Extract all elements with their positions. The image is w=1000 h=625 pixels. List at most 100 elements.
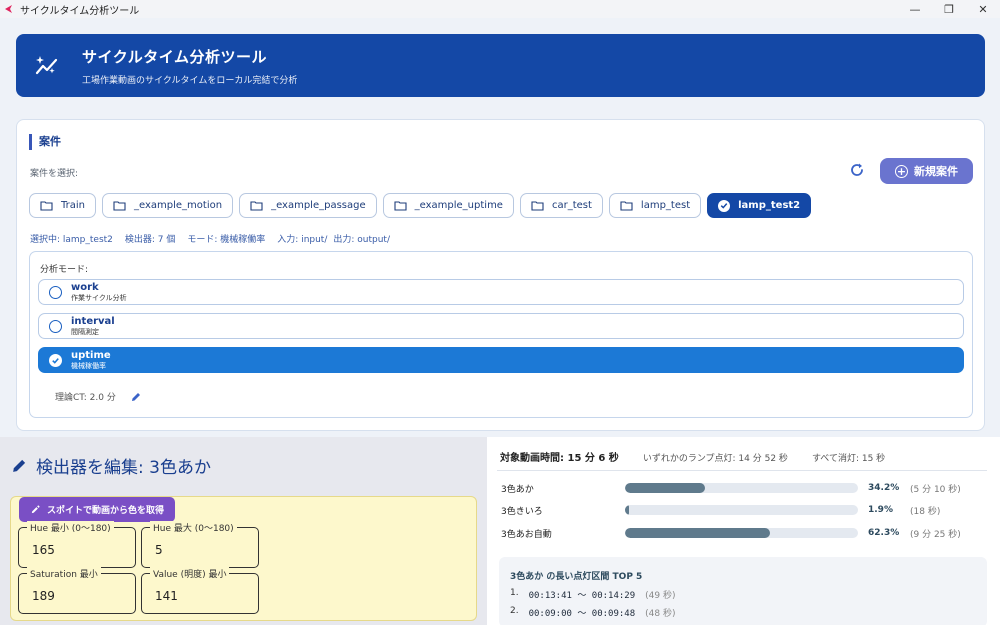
hue-min-field[interactable]: Hue 最小 (0〜180) 165 [18, 521, 136, 568]
close-button[interactable]: ✕ [966, 0, 1000, 18]
refresh-icon[interactable] [849, 162, 865, 178]
lamp-percent: 1.9% [868, 505, 893, 515]
new-project-button[interactable]: + 新規案件 [880, 158, 973, 184]
project-chip-label: _example_passage [271, 200, 366, 211]
folder-icon [531, 201, 544, 211]
stats-summary: 対象動画時間: 15 分 6 秒 いずれかのランプ点灯: 14 分 52 秒 す… [500, 449, 885, 464]
saturation-min-value: 189 [32, 589, 55, 603]
app-icon [5, 5, 12, 13]
lamp-duration: (9 分 25 秒) [910, 529, 961, 540]
project-info-line: 選択中: lamp_test2 検出器: 7 個 モード: 機械稼働率 入力: … [30, 232, 390, 245]
radio-icon [49, 285, 62, 299]
value-min-label: Value (明度) 最小 [150, 567, 230, 580]
plus-circle-icon: + [895, 164, 908, 178]
lamp-bar-track [625, 505, 858, 515]
stats-any-on: いずれかのランプ点灯: 14 分 52 秒 [642, 454, 788, 464]
eyedropper-label: スポイトで動画から色を取得 [47, 506, 165, 516]
hue-max-field[interactable]: Hue 最大 (0〜180) 5 [141, 521, 259, 568]
chart-sparkle-icon [35, 55, 58, 74]
lamp-bar-track [625, 483, 858, 493]
folder-icon [620, 201, 633, 211]
top5-title: 3色あか の長い点灯区間 TOP 5 [510, 572, 643, 582]
mode-option-interval[interactable]: interval 間隔測定 [38, 313, 964, 339]
project-chip-label: _example_uptime [414, 200, 503, 211]
value-min-field[interactable]: Value (明度) 最小 141 [141, 567, 259, 614]
eyedropper-icon [31, 505, 40, 514]
item-number: 1. [510, 588, 519, 598]
info-mode: モード: 機械稼働率 [187, 235, 266, 245]
project-chip-lamp-test2[interactable]: lamp_test2 [707, 193, 812, 218]
item-seconds: (48 秒) [645, 609, 676, 619]
lamp-duration: (18 秒) [910, 506, 941, 517]
lamp-percent: 62.3% [868, 528, 900, 538]
radio-icon [49, 319, 62, 333]
mode-name: uptime [71, 349, 111, 361]
mode-option-uptime[interactable]: uptime 機械稼働率 [38, 347, 964, 373]
mode-name: interval [71, 315, 115, 327]
lamp-bar-row: 3色あか 34.2% (5 分 10 秒) [501, 481, 981, 495]
project-chip-lamp-test[interactable]: lamp_test [608, 193, 702, 218]
mode-desc: 機械稼働率 [71, 361, 106, 370]
value-min-value: 141 [155, 589, 178, 603]
project-chip-example-uptime[interactable]: _example_uptime [382, 193, 514, 218]
project-chip-label: lamp_test [640, 200, 691, 211]
hue-min-value: 165 [32, 543, 55, 557]
pencil-icon[interactable] [130, 391, 142, 403]
item-seconds: (49 秒) [645, 591, 676, 601]
analysis-mode-label: 分析モード: [40, 265, 89, 275]
project-chip-label: lamp_test2 [738, 200, 801, 211]
detector-editor-panel: 検出器を編集: 3色あか スポイトで動画から色を取得 Hue 最小 (0〜180… [0, 437, 487, 625]
saturation-min-field[interactable]: Saturation 最小 189 [18, 567, 136, 614]
lamp-bar-track [625, 528, 858, 538]
hue-max-value: 5 [155, 543, 163, 557]
app-subtitle: 工場作業動画のサイクルタイムをローカル完結で分析 [82, 75, 298, 86]
project-select-label: 案件を選択: [30, 169, 79, 179]
folder-icon [250, 201, 263, 211]
project-chip-example-passage[interactable]: _example_passage [239, 193, 377, 218]
folder-icon [113, 201, 126, 211]
minimize-icon: — [909, 2, 921, 16]
item-range: 00:13:41 〜 00:14:29 [528, 591, 636, 601]
lamp-bar-fill [625, 505, 630, 515]
mode-option-work[interactable]: work 作業サイクル分析 [38, 279, 964, 305]
lamp-name: 3色あか [501, 484, 534, 495]
window-titlebar: サイクルタイム分析ツール — ❐ ✕ [0, 0, 1000, 18]
project-chip-label: Train [61, 200, 85, 211]
stats-total-time: 対象動画時間: 15 分 6 秒 [500, 453, 619, 464]
stats-divider [497, 470, 987, 471]
eyedropper-button[interactable]: スポイトで動画から色を取得 [19, 497, 176, 522]
close-icon: ✕ [978, 2, 988, 16]
analysis-mode-group: 分析モード: work 作業サイクル分析 interval 間隔測定 uptim… [29, 251, 973, 418]
item-number: 2. [510, 606, 519, 616]
detector-title-text: 検出器を編集: 3色あか [36, 458, 211, 478]
restore-icon: ❐ [944, 2, 954, 16]
lamp-name: 3色あお自動 [501, 529, 552, 540]
project-chip-train[interactable]: Train [29, 193, 96, 218]
lamp-percent: 34.2% [868, 483, 900, 493]
hue-max-label: Hue 最大 (0〜180) [150, 521, 237, 534]
theoretical-ct-text: 理論CT: 2.0 分 [55, 393, 116, 403]
info-detectors: 検出器: 7 個 [124, 235, 176, 245]
list-item: 1. 00:13:41 〜 00:14:29 (49 秒) [510, 588, 675, 601]
project-chip-example-motion[interactable]: _example_motion [102, 193, 234, 218]
info-output: 出力: output/ [333, 235, 390, 245]
folder-icon [394, 201, 407, 211]
maximize-button[interactable]: ❐ [932, 0, 966, 18]
theoretical-ct: 理論CT: 2.0 分 [55, 390, 142, 403]
minimize-button[interactable]: — [898, 0, 932, 18]
window-title: サイクルタイム分析ツール [20, 5, 140, 17]
app-title: サイクルタイム分析ツール [82, 47, 267, 66]
project-section-title: 案件 [29, 134, 61, 150]
lamp-stats-panel: 対象動画時間: 15 分 6 秒 いずれかのランプ点灯: 14 分 52 秒 す… [487, 437, 1000, 625]
lamp-bar-fill [625, 528, 771, 538]
folder-icon [40, 201, 53, 211]
info-input: 入力: input/ [277, 235, 328, 245]
project-chip-list: Train _example_motion _example_passage _… [29, 193, 812, 218]
lamp-bar-row: 3色きいろ 1.9% (18 秒) [501, 503, 981, 517]
detector-editor-title: 検出器を編集: 3色あか [11, 453, 211, 478]
lamp-name: 3色きいろ [501, 506, 543, 517]
stats-all-off: すべて消灯: 15 秒 [811, 454, 886, 464]
radio-checked-icon [49, 353, 62, 367]
header-banner: サイクルタイム分析ツール 工場作業動画のサイクルタイムをローカル完結で分析 [16, 34, 985, 97]
project-chip-car-test[interactable]: car_test [519, 193, 603, 218]
